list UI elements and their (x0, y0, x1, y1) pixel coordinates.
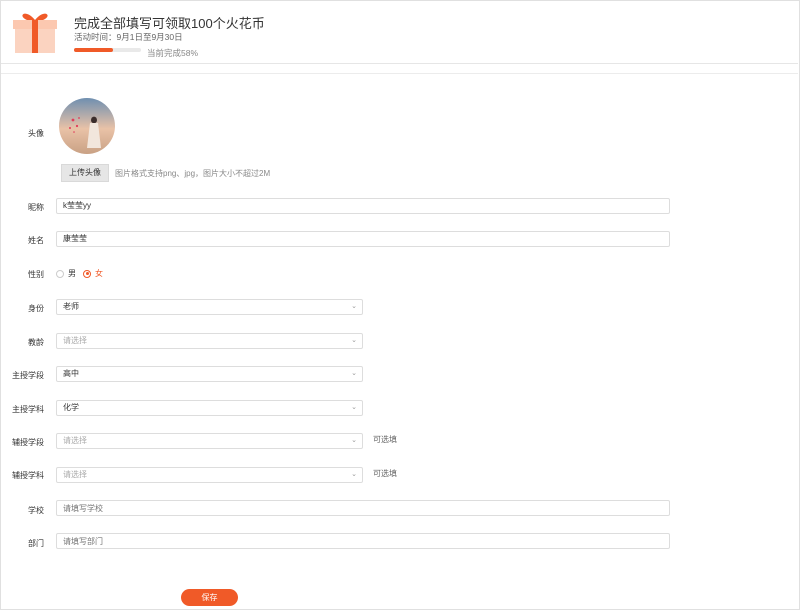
chevron-down-icon: ⌄ (351, 370, 357, 377)
radio-label: 男 (68, 269, 76, 278)
select-placeholder: 请选择 (63, 436, 87, 445)
completion-progress-bar (74, 48, 141, 52)
avatar-image (59, 98, 115, 154)
gender-radio-female[interactable]: 女 (83, 268, 103, 279)
radio-label: 女 (95, 269, 103, 278)
select-placeholder: 请选择 (63, 336, 87, 345)
optional-note: 可选填 (373, 435, 397, 444)
upload-avatar-button[interactable]: 上传头像 (61, 164, 109, 182)
aux-subject-select[interactable]: 请选择 ⌄ (56, 467, 363, 483)
school-label: 学校 (28, 506, 44, 515)
aux-stage-select[interactable]: 请选择 ⌄ (56, 433, 363, 449)
select-value: 高中 (63, 369, 79, 378)
chevron-down-icon: ⌄ (351, 303, 357, 310)
upload-hint: 图片格式支持png、jpg，图片大小不超过2M (115, 169, 271, 178)
divider (1, 73, 798, 74)
select-value: 老师 (63, 302, 79, 311)
activity-period: 活动时间：9月1日至9月30日 (74, 32, 183, 42)
identity-select[interactable]: 老师 ⌄ (56, 299, 363, 315)
department-label: 部门 (28, 539, 44, 548)
school-input[interactable] (56, 500, 670, 516)
gender-label: 性别 (28, 270, 44, 279)
nickname-label: 昵称 (28, 203, 44, 212)
progress-fill (74, 48, 113, 52)
name-input[interactable]: 康莹莹 (56, 231, 670, 247)
gift-icon (13, 13, 57, 53)
activity-banner: 完成全部填写可领取100个火花币 活动时间：9月1日至9月30日 当前完成58% (1, 1, 798, 63)
chevron-down-icon: ⌄ (351, 471, 357, 478)
save-button[interactable]: 保存 (181, 589, 238, 606)
select-value: 化学 (63, 403, 79, 412)
main-subject-label: 主授学科 (12, 405, 44, 414)
avatar[interactable] (59, 98, 115, 154)
gender-radio-male[interactable]: 男 (56, 268, 76, 279)
aux-subject-label: 辅授学科 (12, 471, 44, 480)
main-stage-label: 主授学段 (12, 371, 44, 380)
teaching-age-label: 教龄 (28, 338, 44, 347)
avatar-label: 头像 (28, 129, 44, 138)
name-label: 姓名 (28, 236, 44, 245)
banner-title: 完成全部填写可领取100个火花币 (74, 16, 265, 31)
department-input[interactable] (56, 533, 670, 549)
divider (1, 63, 798, 64)
chevron-down-icon: ⌄ (351, 404, 357, 411)
radio-circle (83, 269, 91, 278)
radio-circle (56, 269, 64, 278)
teaching-age-select[interactable]: 请选择 ⌄ (56, 333, 363, 349)
chevron-down-icon: ⌄ (351, 337, 357, 344)
progress-text: 当前完成58% (147, 48, 199, 58)
main-stage-select[interactable]: 高中 ⌄ (56, 366, 363, 382)
chevron-down-icon: ⌄ (351, 437, 357, 444)
aux-stage-label: 辅授学段 (12, 438, 44, 447)
nickname-input[interactable]: k莹莹yy (56, 198, 670, 214)
select-placeholder: 请选择 (63, 470, 87, 479)
identity-label: 身份 (28, 304, 44, 313)
main-subject-select[interactable]: 化学 ⌄ (56, 400, 363, 416)
optional-note: 可选填 (373, 469, 397, 478)
